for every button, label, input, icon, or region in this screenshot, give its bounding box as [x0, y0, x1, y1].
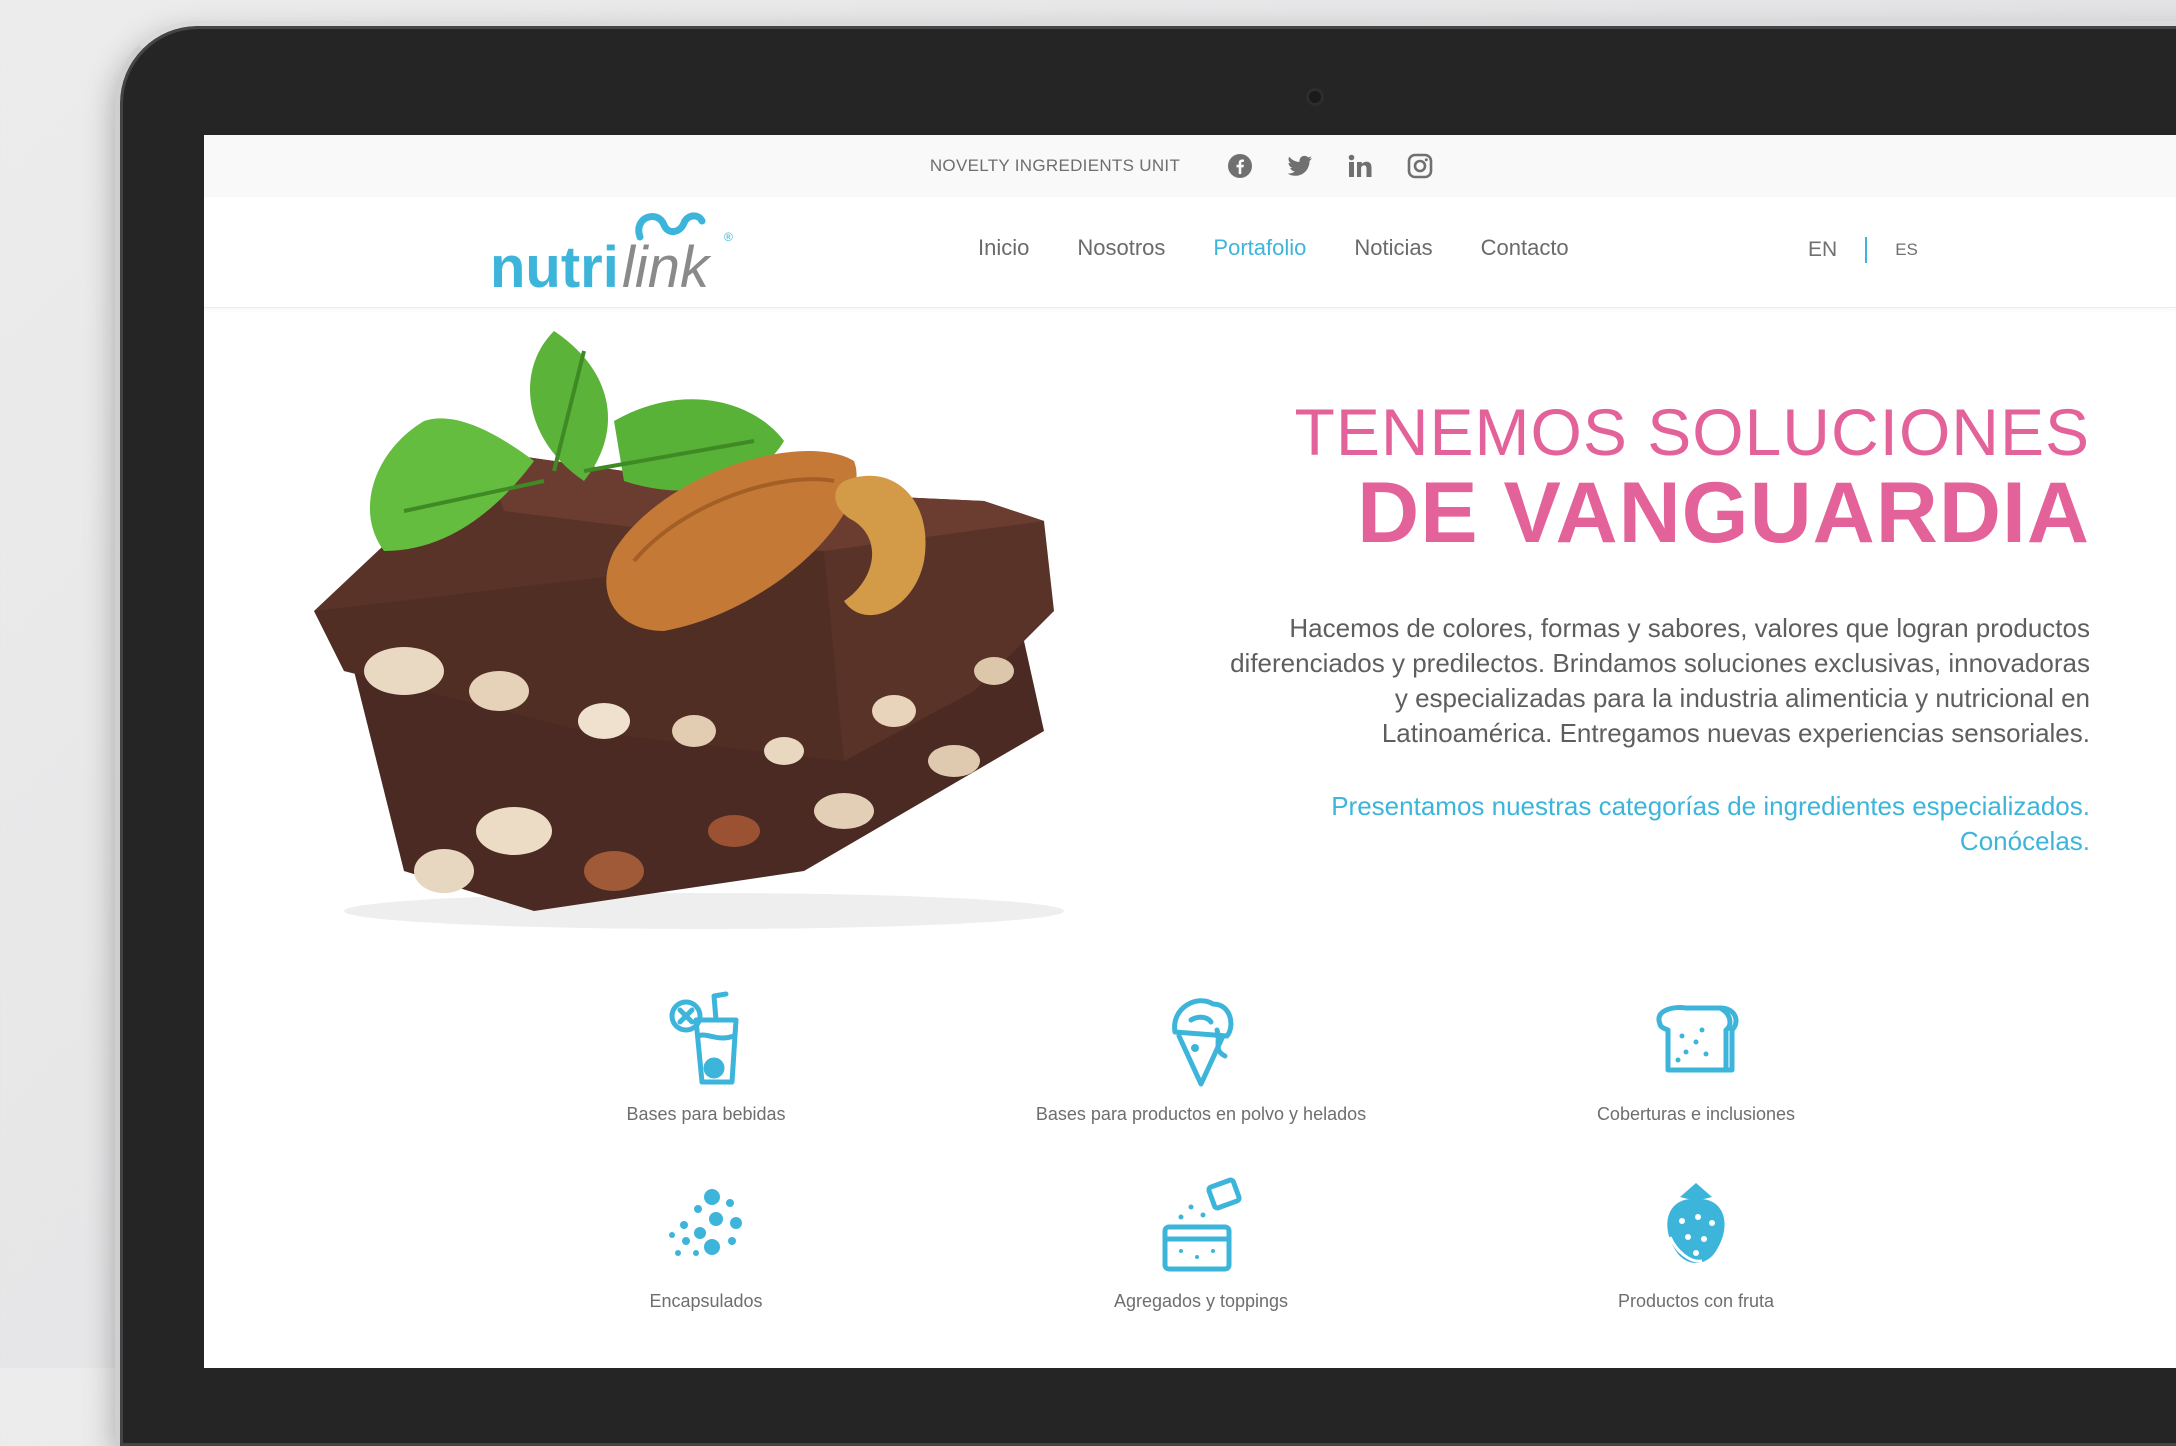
nutrilink-logo[interactable]: nutri link ® — [488, 209, 738, 300]
instagram-icon[interactable] — [1405, 151, 1435, 181]
facebook-icon[interactable] — [1225, 151, 1255, 181]
strawberry-icon — [1646, 1177, 1746, 1277]
category-label: Productos con fruta — [1617, 1291, 1775, 1311]
logo-registered-mark: ® — [724, 230, 733, 244]
twitter-icon[interactable] — [1285, 151, 1315, 181]
lang-divider — [1865, 237, 1868, 263]
category-label: Encapsulados — [649, 1291, 763, 1311]
hero-paragraph: Hacemos de colores, formas y sabores, va… — [1230, 613, 2090, 748]
lang-es[interactable]: ES — [1895, 240, 1918, 260]
category-label: Bases para productos en polvo y helados — [1035, 1104, 1367, 1124]
hero-cta-line2[interactable]: Conócelas. — [1224, 824, 2090, 859]
hero-text-block: TENEMOS SOLUCIONES DE VANGUARDIA Hacemos… — [1224, 397, 2090, 859]
drink-icon — [656, 990, 756, 1090]
category-bases-bebidas[interactable]: Bases para bebidas — [506, 990, 906, 1125]
webcam — [1306, 88, 1324, 106]
logo-link: link — [622, 235, 712, 299]
nav-inicio[interactable]: Inicio — [978, 235, 1029, 261]
top-bar: NOVELTY INGREDIENTS UNIT — [204, 135, 2176, 197]
bread-icon — [1646, 990, 1746, 1090]
category-productos-fruta[interactable]: Productos con fruta — [1496, 1177, 1896, 1312]
category-coberturas[interactable]: Coberturas e inclusiones — [1496, 990, 1896, 1125]
nav-portafolio[interactable]: Portafolio — [1213, 235, 1306, 261]
nav-noticias[interactable]: Noticias — [1354, 235, 1432, 261]
primary-menu: Inicio Nosotros Portafolio Noticias Cont… — [978, 235, 1617, 261]
category-agregados[interactable]: Agregados y toppings — [1001, 1177, 1401, 1312]
category-label: Coberturas e inclusiones — [1596, 1104, 1796, 1124]
nav-contacto[interactable]: Contacto — [1481, 235, 1569, 261]
hero-chocolate-image — [284, 311, 1114, 931]
category-encapsulados[interactable]: Encapsulados — [506, 1177, 906, 1312]
linkedin-icon[interactable] — [1345, 151, 1375, 181]
browser-viewport: NOVELTY INGREDIENTS UNIT nutri link ® In… — [204, 135, 2176, 1368]
nav-nosotros[interactable]: Nosotros — [1077, 235, 1165, 261]
hero-title-line1: TENEMOS SOLUCIONES — [1294, 395, 2090, 469]
language-switcher: EN ES — [1808, 237, 1918, 263]
unit-tagline: NOVELTY INGREDIENTS UNIT — [929, 156, 1181, 175]
main-navbar: nutri link ® Inicio Nosotros Portafolio … — [204, 197, 2176, 308]
capsules-icon — [656, 1177, 756, 1277]
category-label: Agregados y toppings — [1113, 1291, 1289, 1311]
hero-cta-line1[interactable]: Presentamos nuestras categorías de ingre… — [1224, 789, 2090, 824]
logo-nutri: nutri — [490, 235, 619, 299]
ice-cream-icon — [1151, 990, 1251, 1090]
category-polvo-helados[interactable]: Bases para productos en polvo y helados — [1001, 990, 1401, 1125]
lang-en[interactable]: EN — [1808, 238, 1837, 262]
hero-cta[interactable]: Presentamos nuestras categorías de ingre… — [1224, 789, 2090, 859]
category-label: Bases para bebidas — [626, 1104, 786, 1124]
hero-title-line2: DE VANGUARDIA — [1357, 465, 2090, 561]
toppings-icon — [1151, 1177, 1251, 1277]
